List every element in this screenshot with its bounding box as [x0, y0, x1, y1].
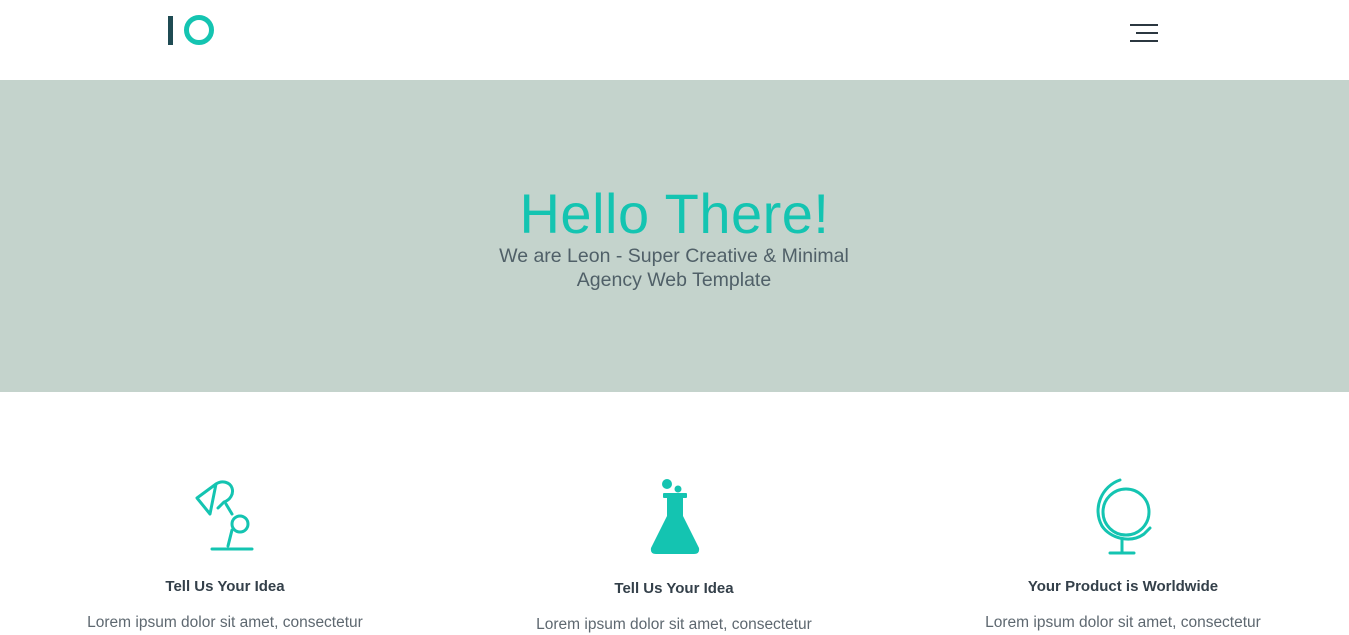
feature-card-flask: Tell Us Your Idea Lorem ipsum dolor sit … [514, 476, 834, 633]
menu-line-top [1130, 24, 1158, 26]
globe-icon [1096, 478, 1152, 555]
feature-title: Your Product is Worldwide [1027, 578, 1219, 595]
logo-ring [184, 15, 214, 45]
feature-title: Tell Us Your Idea [165, 578, 285, 595]
logo-bar [168, 16, 173, 45]
hamburger-menu-icon[interactable] [1130, 24, 1160, 44]
menu-line-middle [1136, 32, 1158, 34]
hero-section: Hello There! We are Leon - Super Creativ… [0, 80, 1349, 392]
site-logo[interactable] [168, 14, 216, 48]
feature-title: Tell Us Your Idea [614, 580, 734, 597]
site-header [0, 0, 1349, 80]
menu-line-bottom [1130, 40, 1158, 42]
desk-lamp-icon [195, 480, 254, 551]
feature-text: Lorem ipsum dolor sit amet, consectetur [536, 616, 812, 633]
feature-text: Lorem ipsum dolor sit amet, consectetur [985, 614, 1261, 631]
feature-text: Lorem ipsum dolor sit amet, consectetur [87, 614, 363, 631]
feature-card-worldwide: Your Product is Worldwide Lorem ipsum do… [963, 476, 1283, 631]
feature-card-idea: Tell Us Your Idea Lorem ipsum dolor sit … [65, 478, 385, 631]
flask-icon [650, 479, 700, 554]
hero-title: Hello There! [519, 182, 830, 245]
hero-subtitle: We are Leon - Super Creative & Minimal A… [499, 245, 849, 291]
